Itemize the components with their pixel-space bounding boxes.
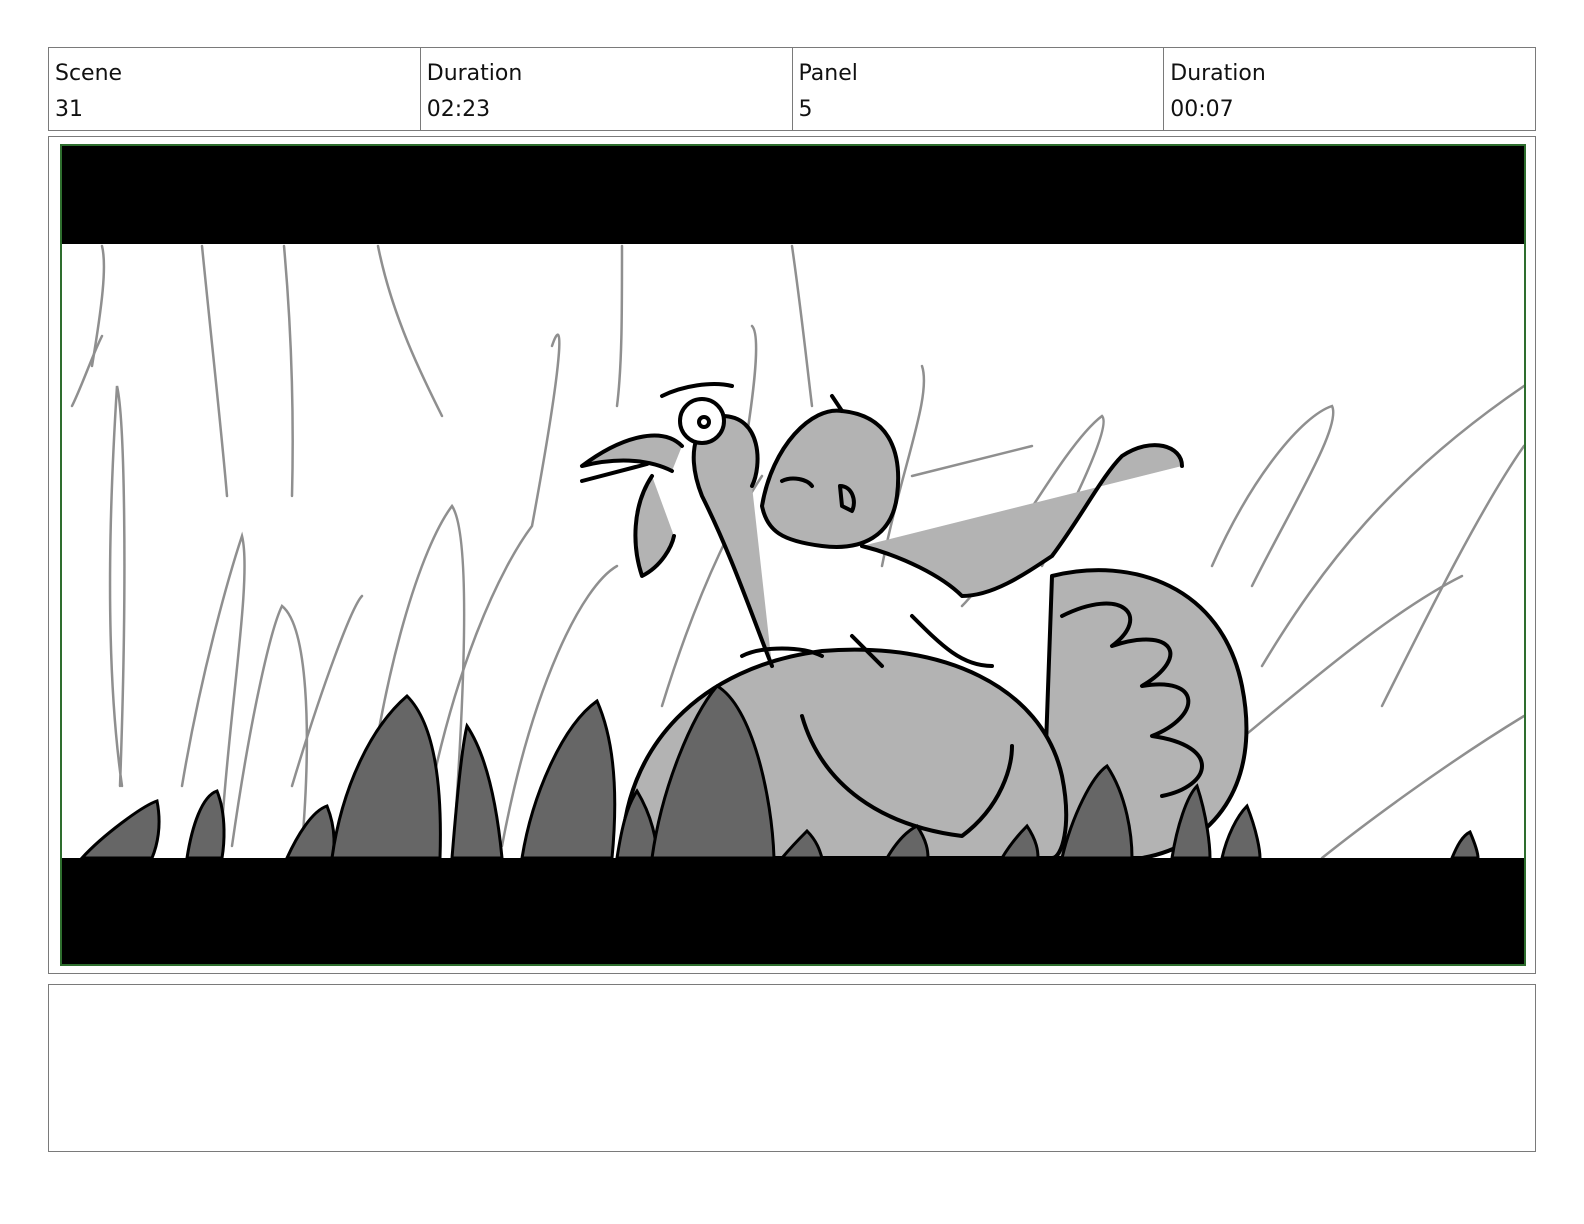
- scene-label: Scene: [55, 61, 123, 86]
- letterbox-top: [62, 146, 1524, 244]
- scene-duration-cell: Duration 02:23: [421, 48, 793, 130]
- panel-duration-label: Duration: [1170, 61, 1266, 86]
- panel-number: 5: [798, 97, 813, 122]
- letterbox-bottom: [62, 858, 1524, 964]
- scene-info-table: Scene 31 Duration 02:23 Panel 5 Duration…: [48, 47, 1536, 131]
- panel-notes-box[interactable]: [48, 984, 1536, 1152]
- storyboard-drawing: [60, 144, 1526, 966]
- scene-duration-value: 02:23: [426, 97, 491, 122]
- panel-duration-value: 00:07: [1170, 97, 1234, 122]
- storyboard-panel-frame: [48, 136, 1536, 974]
- scene-duration-label: Duration: [426, 61, 523, 86]
- panel-label: Panel: [798, 61, 858, 86]
- scene-number: 31: [55, 97, 83, 122]
- scene-cell: Scene 31: [49, 48, 421, 130]
- panel-duration-cell: Duration 00:07: [1164, 48, 1535, 130]
- panel-cell: Panel 5: [793, 48, 1165, 130]
